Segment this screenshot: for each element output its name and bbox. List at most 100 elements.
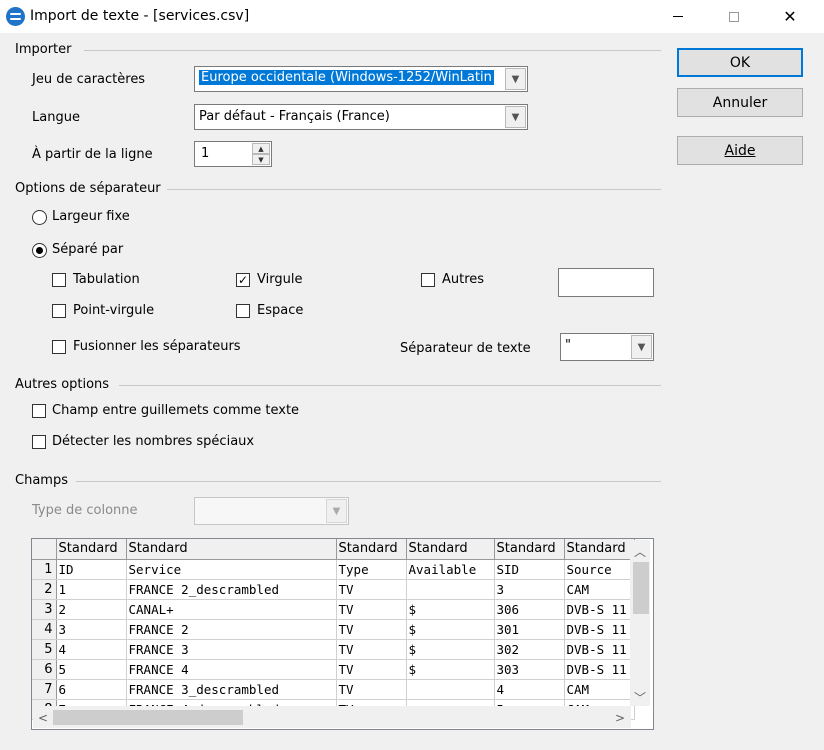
quoted-as-text-label: Champ entre guillemets comme texte — [52, 403, 300, 418]
table-cell: FRANCE 3_descrambled — [126, 679, 337, 700]
ok-button[interactable]: OK — [677, 48, 803, 77]
separated-by-radio[interactable] — [32, 243, 47, 258]
row-number[interactable]: 2 — [32, 579, 57, 600]
table-cell: 4 — [56, 639, 127, 660]
charset-combo[interactable]: Europe occidentale (Windows-1252/WinLati… — [194, 66, 528, 92]
table-cell: TV — [336, 579, 407, 600]
table-cell: 5 — [56, 659, 127, 680]
scroll-left-icon[interactable]: < — [34, 709, 52, 727]
space-checkbox[interactable] — [236, 304, 250, 318]
column-header[interactable]: Standard — [336, 539, 407, 560]
table-cell: Type — [336, 559, 407, 580]
column-header[interactable]: Standard — [564, 539, 635, 560]
other-separator-field[interactable] — [558, 268, 654, 297]
horizontal-scroll-thumb[interactable] — [53, 710, 243, 725]
table-cell: CAM — [564, 679, 635, 700]
charset-value: Europe occidentale (Windows-1252/WinLati… — [199, 70, 494, 85]
row-number[interactable]: 5 — [32, 639, 57, 660]
window-title: Import de texte - [services.csv] — [30, 8, 250, 24]
table-cell: $ — [406, 639, 495, 660]
separator-group-label: Options de séparateur — [15, 181, 161, 196]
text-delimiter-label: Séparateur de texte — [400, 341, 531, 356]
table-cell: FRANCE 2_descrambled — [126, 579, 337, 600]
table-cell: DVB-S 11 — [564, 639, 635, 660]
text-delimiter-combo[interactable]: " ▼ — [560, 333, 654, 361]
table-cell: Source — [564, 559, 635, 580]
table-cell: 306 — [494, 599, 565, 620]
chevron-down-icon[interactable]: ▼ — [631, 335, 652, 359]
spin-down-icon[interactable]: ▼ — [252, 154, 270, 165]
table-cell — [406, 579, 495, 600]
chevron-down-icon[interactable]: ▼ — [326, 499, 347, 523]
table-cell: $ — [406, 619, 495, 640]
comma-checkbox[interactable]: ✓ — [236, 273, 250, 287]
chevron-down-icon[interactable]: ▼ — [505, 68, 526, 90]
table-cell: CANAL+ — [126, 599, 337, 620]
row-number[interactable]: 6 — [32, 659, 57, 680]
other-checkbox[interactable] — [421, 273, 435, 287]
other-label: Autres — [442, 272, 485, 287]
minimize-button[interactable] — [655, 0, 701, 33]
cancel-button[interactable]: Annuler — [677, 88, 803, 117]
column-header[interactable]: Standard — [406, 539, 495, 560]
table-cell: TV — [336, 619, 407, 640]
fixed-width-radio[interactable] — [32, 210, 47, 225]
scroll-right-icon[interactable]: > — [611, 709, 629, 727]
table-row: 7 6 FRANCE 3_descrambled TV 4 CAM — [32, 679, 635, 700]
text-delimiter-value: " — [565, 338, 571, 353]
semicolon-checkbox[interactable] — [52, 304, 66, 318]
quoted-as-text-checkbox[interactable] — [32, 404, 46, 418]
row-number[interactable]: 4 — [32, 619, 57, 640]
importer-divider — [84, 50, 661, 51]
maximize-button[interactable] — [711, 0, 757, 33]
preview-grid[interactable]: Standard Standard Standard Standard Stan… — [31, 538, 654, 730]
table-cell: Available — [406, 559, 495, 580]
table-cell: $ — [406, 659, 495, 680]
vertical-scroll-thumb[interactable] — [633, 562, 649, 614]
language-combo[interactable]: Par défaut - Français (France) ▼ — [194, 104, 528, 130]
scroll-down-icon[interactable]: ﹀ — [631, 688, 649, 706]
other-options-group-label: Autres options — [15, 377, 110, 392]
spin-up-icon[interactable]: ▲ — [252, 143, 270, 154]
table-row: 6 5 FRANCE 4 TV $ 303 DVB-S 11 — [32, 659, 635, 680]
fromrow-stepper[interactable]: 1 ▲ ▼ — [194, 141, 272, 167]
fields-group-label: Champs — [15, 473, 68, 488]
merge-checkbox[interactable] — [52, 340, 66, 354]
fields-divider — [76, 481, 661, 482]
table-row: 4 3 FRANCE 2 TV $ 301 DVB-S 11 — [32, 619, 635, 640]
column-header[interactable]: Standard — [126, 539, 337, 560]
scroll-up-icon[interactable]: ︿ — [631, 542, 649, 560]
separator-divider — [167, 189, 661, 190]
corner-cell[interactable] — [32, 539, 57, 560]
table-row: 1 ID Service Type Available SID Source — [32, 559, 635, 580]
table-cell: FRANCE 4 — [126, 659, 337, 680]
table-cell: 301 — [494, 619, 565, 640]
close-button[interactable]: ✕ — [767, 0, 813, 33]
language-value: Par défaut - Français (France) — [199, 109, 390, 124]
tab-label: Tabulation — [73, 272, 140, 287]
semicolon-label: Point-virgule — [73, 303, 155, 318]
minimize-icon — [673, 16, 683, 17]
row-number[interactable]: 1 — [32, 559, 57, 580]
table-cell: 6 — [56, 679, 127, 700]
table-cell: 302 — [494, 639, 565, 660]
chevron-down-icon[interactable]: ▼ — [505, 106, 526, 128]
column-type-combo[interactable]: ▼ — [194, 497, 349, 525]
table-cell: DVB-S 11 — [564, 659, 635, 680]
help-button[interactable]: Aide — [677, 136, 803, 165]
merge-label: Fusionner les séparateurs — [73, 339, 241, 354]
row-number[interactable]: 3 — [32, 599, 57, 620]
close-icon: ✕ — [783, 7, 797, 26]
column-header[interactable]: Standard — [494, 539, 565, 560]
space-label: Espace — [257, 303, 304, 318]
table-row: 2 1 FRANCE 2_descrambled TV 3 CAM — [32, 579, 635, 600]
fixed-width-label: Largeur fixe — [52, 209, 130, 224]
row-number[interactable]: 7 — [32, 679, 57, 700]
special-numbers-checkbox[interactable] — [32, 435, 46, 449]
language-label: Langue — [32, 110, 80, 125]
column-header[interactable]: Standard — [56, 539, 127, 560]
table-cell — [406, 679, 495, 700]
tab-checkbox[interactable] — [52, 273, 66, 287]
table-cell: Service — [126, 559, 337, 580]
special-numbers-label: Détecter les nombres spéciaux — [52, 434, 255, 449]
